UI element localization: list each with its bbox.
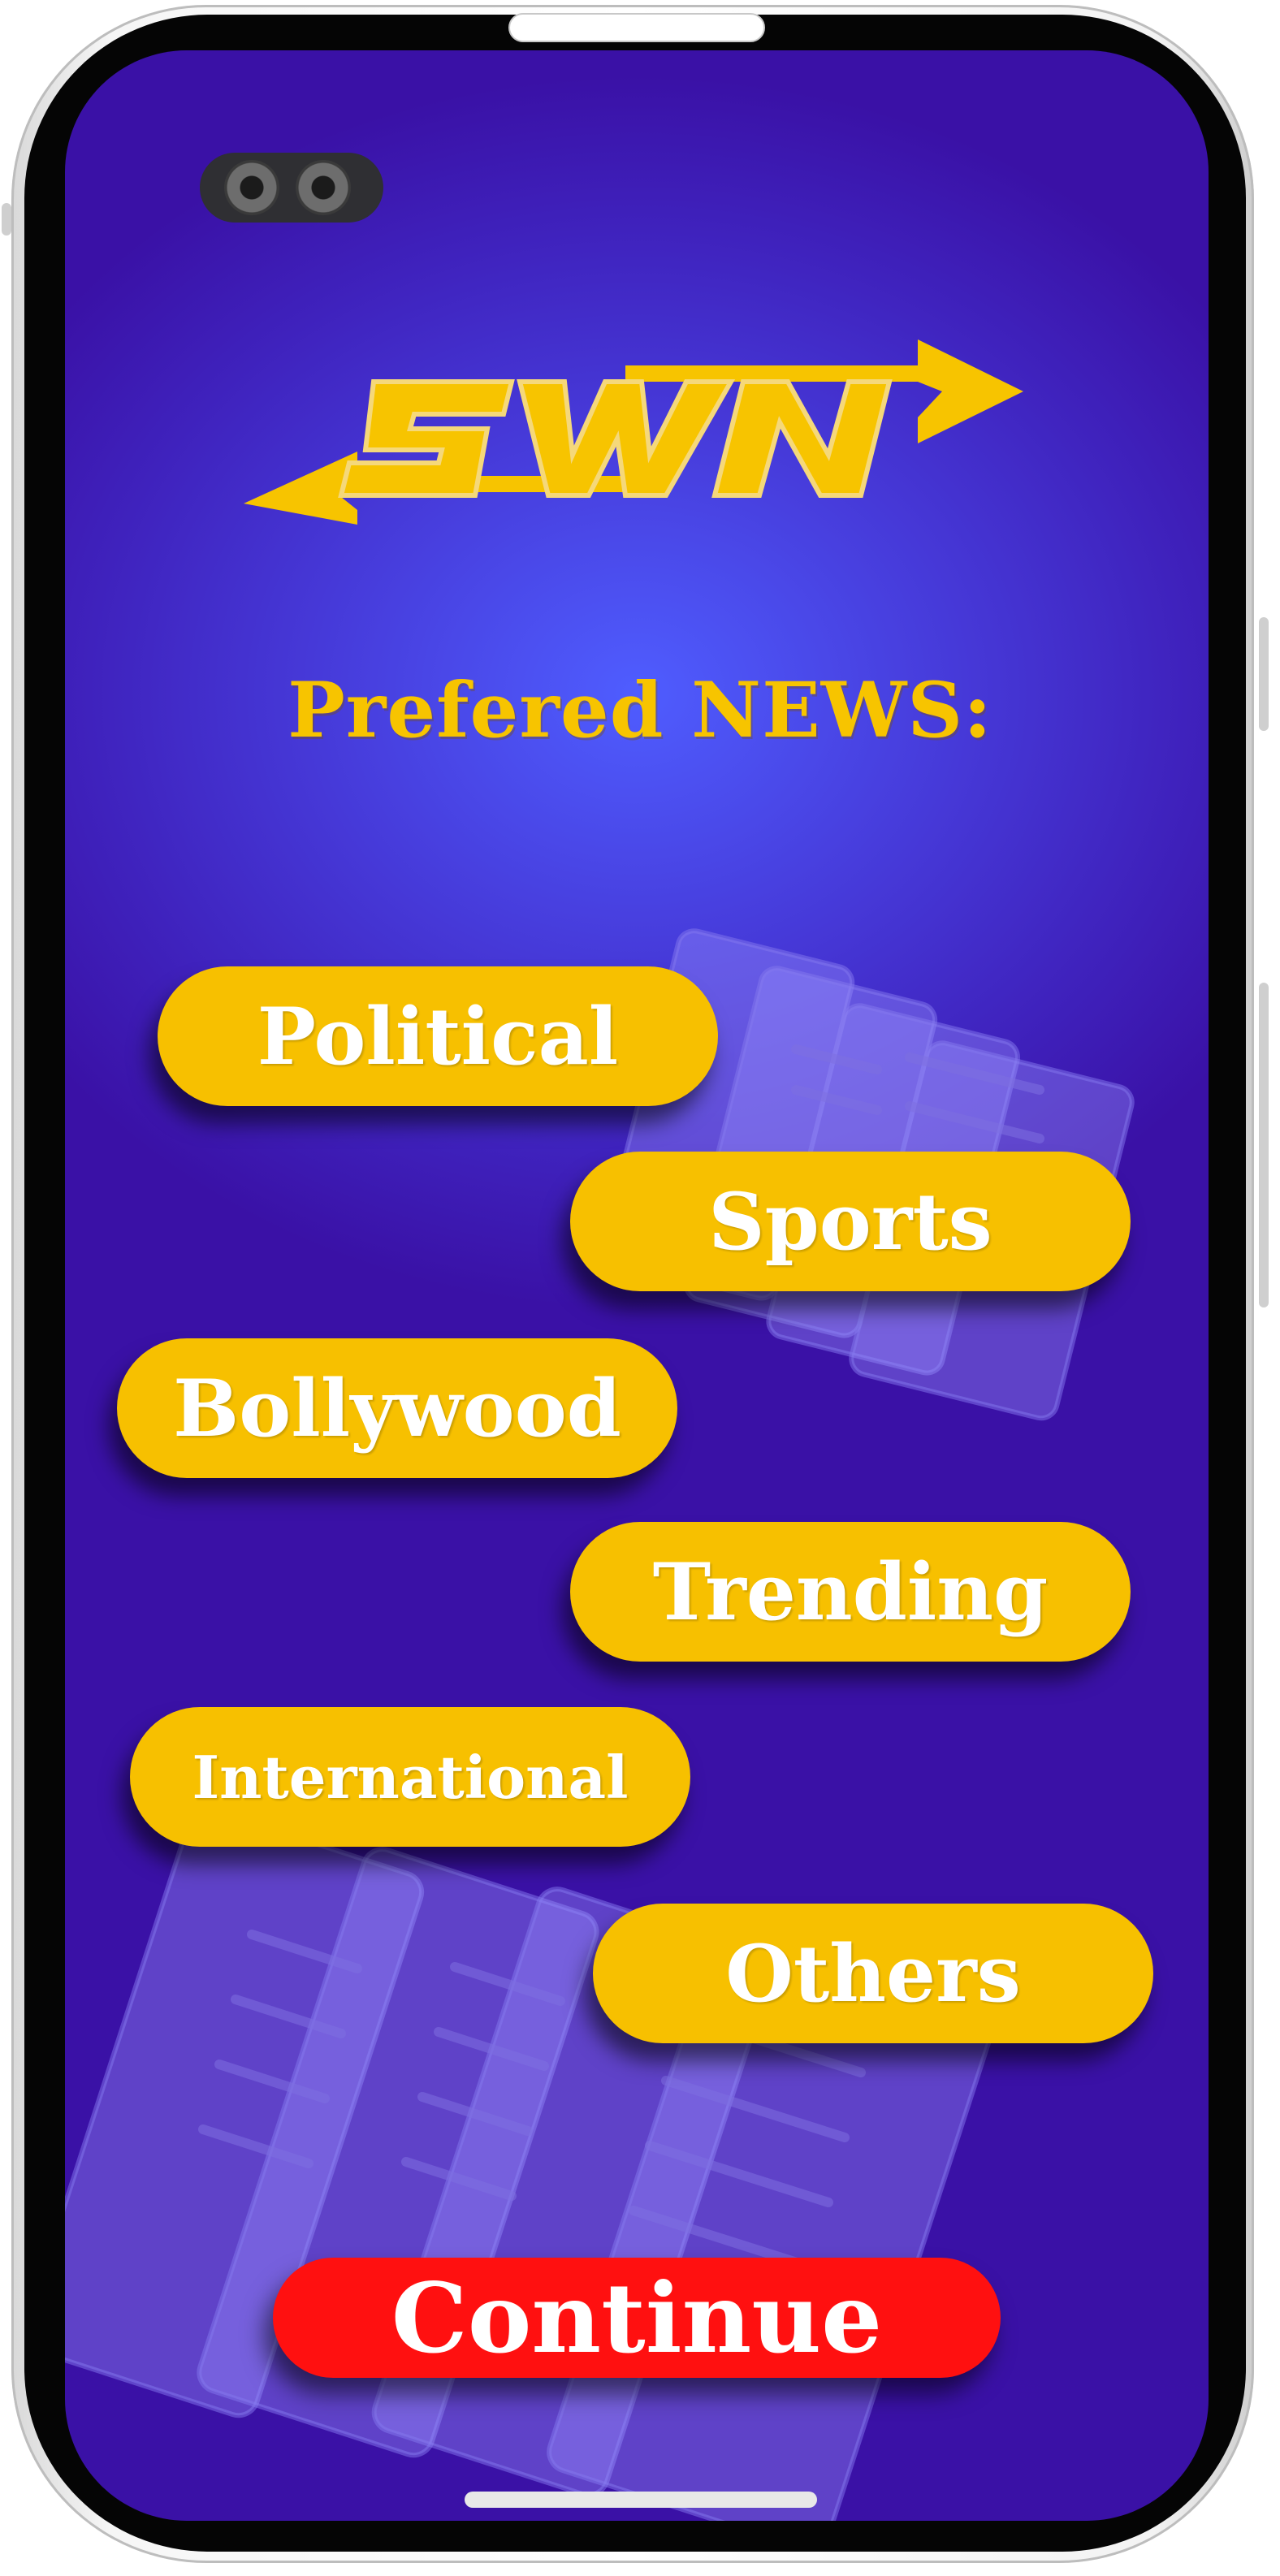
category-sports-button[interactable]: Sports (570, 1152, 1131, 1291)
category-label: Political (257, 990, 619, 1083)
category-label: Bollywood (173, 1362, 621, 1454)
category-bollywood-button[interactable]: Bollywood (117, 1338, 677, 1478)
page-title: Prefered NEWS: (288, 666, 992, 755)
camera-lens-icon (224, 160, 279, 215)
front-camera (200, 153, 383, 223)
category-label: Sports (708, 1175, 992, 1268)
home-indicator[interactable] (465, 2492, 817, 2508)
speaker-notch (508, 13, 765, 42)
category-political-button[interactable]: Political (158, 966, 718, 1106)
volume-button (1259, 983, 1269, 1307)
category-international-button[interactable]: International (130, 1707, 690, 1847)
category-label: Trending (652, 1545, 1049, 1638)
camera-lens-icon (296, 160, 351, 215)
side-button-left (2, 203, 11, 236)
continue-label: Continue (391, 2261, 883, 2375)
continue-button[interactable]: Continue (273, 2258, 1001, 2378)
category-others-button[interactable]: Others (593, 1904, 1153, 2043)
category-trending-button[interactable]: Trending (570, 1522, 1131, 1662)
swn-logo-icon (244, 339, 1023, 525)
category-label: International (192, 1742, 629, 1812)
category-label: Others (725, 1927, 1021, 2020)
